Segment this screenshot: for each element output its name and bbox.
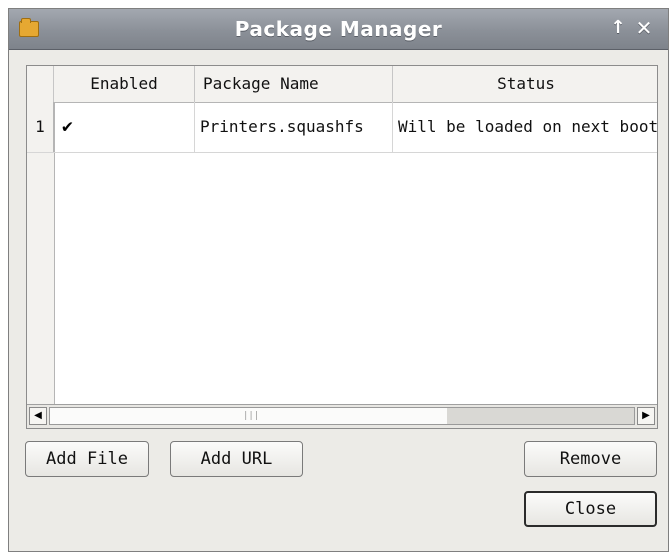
- column-header-status[interactable]: Status: [393, 66, 659, 102]
- scroll-right-arrow-icon[interactable]: ▶: [637, 407, 655, 425]
- enabled-cell[interactable]: ✔: [54, 102, 195, 152]
- window-title: Package Manager: [234, 17, 443, 41]
- maximize-arrow-icon[interactable]: ↑: [608, 17, 628, 39]
- column-header-enabled[interactable]: Enabled: [54, 66, 195, 102]
- close-button[interactable]: Close: [524, 491, 657, 527]
- horizontal-scrollbar[interactable]: ◀ ||| ▶: [27, 404, 657, 428]
- scroll-thumb[interactable]: |||: [50, 408, 447, 424]
- scroll-left-arrow-icon[interactable]: ◀: [29, 407, 47, 425]
- package-table: Enabled Package Name Status 1 ✔ Printers…: [26, 65, 658, 429]
- table-row[interactable]: 1 ✔ Printers.squashfs Will be loaded on …: [27, 102, 658, 153]
- column-header-package-name[interactable]: Package Name: [195, 66, 393, 102]
- package-manager-window: Package Manager ↑ ✕ Enabled Package Name…: [8, 8, 669, 552]
- row-number: 1: [27, 102, 54, 152]
- add-file-button[interactable]: Add File: [25, 441, 149, 477]
- remove-button[interactable]: Remove: [524, 441, 657, 477]
- corner-header: [27, 66, 54, 102]
- table-header: Enabled Package Name Status: [27, 66, 657, 103]
- scroll-track-remainder[interactable]: [447, 408, 634, 424]
- status-cell[interactable]: Will be loaded on next boot: [393, 102, 658, 152]
- scroll-track[interactable]: |||: [49, 407, 635, 425]
- title-bar[interactable]: Package Manager ↑ ✕: [9, 9, 668, 50]
- close-window-icon[interactable]: ✕: [634, 17, 654, 39]
- package-name-cell[interactable]: Printers.squashfs: [195, 102, 393, 152]
- add-url-button[interactable]: Add URL: [170, 441, 303, 477]
- enabled-checkbox[interactable]: ✔: [62, 118, 80, 136]
- scroll-grip-icon: |||: [243, 411, 260, 421]
